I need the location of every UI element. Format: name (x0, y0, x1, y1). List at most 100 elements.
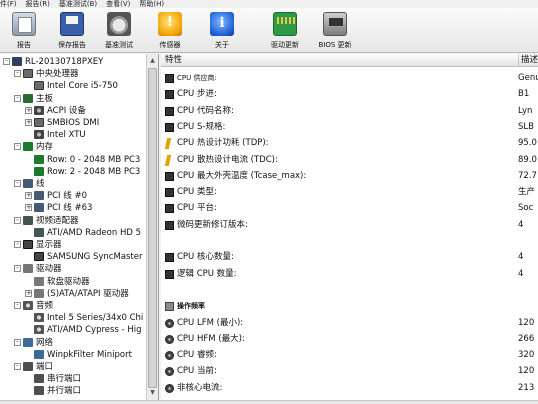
memory-icon (34, 166, 44, 176)
tree-item[interactable]: - 驱动器 (14, 263, 62, 275)
column-description[interactable]: 描述 (518, 54, 538, 67)
menu-item[interactable]: 帮助(H) (139, 0, 164, 8)
property-row[interactable]: CPU 步进: B1 (161, 86, 538, 102)
tree-item[interactable]: - 显示器 (14, 239, 62, 251)
tree-item[interactable]: Intel 5 Series/34x0 Chi (25, 312, 143, 324)
tree-item[interactable]: Intel Core i5-750 (25, 80, 118, 92)
toolbar-button[interactable]: 报告 (4, 10, 44, 52)
tree-item[interactable]: + ACPI 设备 (25, 105, 86, 117)
chip-icon (165, 220, 174, 230)
expand-icon[interactable]: + (25, 289, 32, 297)
collapse-icon[interactable]: - (14, 94, 21, 102)
toolbar-button[interactable]: 驱动更新 (265, 10, 305, 52)
property-row[interactable]: CPU HFM (最大): 266 (161, 331, 538, 347)
tree-item[interactable]: -线 (14, 178, 45, 190)
property-row[interactable]: CPU 平台: Soc (161, 200, 538, 216)
expand-icon[interactable]: + (25, 204, 32, 212)
menu-item[interactable]: 件(F) (0, 0, 17, 8)
toolbar-button[interactable]: 传感器 (150, 10, 190, 52)
tree-item[interactable]: ATI/AMD Cypress - Hig (25, 324, 142, 336)
property-row[interactable] (161, 282, 538, 298)
tree-item[interactable]: - RL-20130718PXEY (3, 56, 103, 68)
property-row[interactable]: CPU 供应商: Genu (161, 70, 538, 86)
gauge-icon (165, 334, 174, 344)
expand-icon[interactable]: + (25, 192, 32, 200)
tree-item[interactable]: WinpkFilter Miniport (25, 349, 132, 361)
tree-item[interactable]: Intel XTU (25, 129, 86, 141)
tree-item[interactable]: + SMBIOS DMI (25, 117, 99, 129)
property-row[interactable]: CPU 类型: 生产 (161, 184, 538, 200)
property-row[interactable]: CPU LFM (最小): 120 (161, 315, 538, 331)
collapse-icon[interactable]: - (14, 338, 21, 346)
property-row[interactable]: CPU 散热设计电流 (TDC): 89.0 (161, 152, 538, 168)
toolbar-button[interactable]: 基准测试 (99, 10, 139, 52)
property-row[interactable]: CPU 热设计功耗 (TDP): 95.0 (161, 135, 538, 151)
property-row[interactable]: CPU 代码名称: Lyn (161, 103, 538, 119)
tree-item[interactable]: - 内存 (14, 141, 53, 153)
toolbar-button[interactable]: 保存报告 (52, 10, 92, 52)
toolbar-button-label: 基准测试 (105, 41, 133, 49)
collapse-icon[interactable]: - (14, 70, 21, 78)
collapse-icon[interactable]: - (14, 180, 21, 187)
property-name: CPU 热设计功耗 (TDP): (177, 138, 269, 149)
scrollbar-thumb[interactable] (148, 68, 157, 388)
expand-icon[interactable]: + (25, 119, 32, 126)
collapse-icon[interactable]: - (3, 58, 10, 65)
property-row[interactable]: CPU 睿频: 320 (161, 347, 538, 363)
tree-item[interactable]: - 中央处理器 (14, 68, 79, 80)
property-row[interactable]: CPU 核心数量: 4 (161, 249, 538, 265)
collapse-icon[interactable]: - (14, 241, 21, 248)
tree-scrollbar[interactable]: ▲ ▼ (146, 54, 158, 400)
tree-item[interactable]: - 网络 (14, 337, 53, 349)
tree-item[interactable]: ATI/AMD Radeon HD 5 (25, 227, 141, 239)
property-row[interactable]: 逻辑 CPU 数量: 4 (161, 266, 538, 282)
tree-item[interactable]: + PCI 线 #63 (25, 202, 92, 214)
tree-item[interactable]: - 端口 (14, 361, 53, 373)
collapse-icon[interactable]: - (14, 143, 21, 151)
tree-item[interactable]: SAMSUNG SyncMaster (25, 251, 142, 263)
property-name: CPU 平台: (177, 203, 217, 214)
column-feature[interactable]: 特性 (165, 54, 182, 67)
tree-item[interactable]: + (S)ATA/ATAPI 驱动器 (25, 288, 129, 300)
toolbar-button[interactable]: BIOS 更新 (315, 10, 355, 52)
property-name: 操作频率 (177, 302, 205, 311)
chip-icon (165, 90, 174, 100)
tree-item-label: 显示器 (36, 240, 62, 250)
toolbar-button[interactable]: 关于 (202, 10, 242, 52)
collapse-icon[interactable]: - (14, 265, 21, 273)
section-icon (165, 302, 174, 312)
scroll-up-icon[interactable]: ▲ (148, 56, 157, 65)
collapse-icon[interactable]: - (14, 216, 21, 224)
property-row[interactable] (161, 233, 538, 249)
collapse-icon[interactable]: - (14, 363, 21, 370)
menu-item[interactable]: 查看(V) (106, 0, 130, 8)
tree-item[interactable]: 串行端口 (25, 373, 81, 385)
property-row[interactable]: 操作频率 (161, 298, 538, 314)
tree-item[interactable]: - 音频 (14, 300, 53, 312)
gpu-icon (34, 227, 44, 237)
tree-item[interactable]: + PCI 线 #0 (25, 190, 87, 202)
menu-item[interactable]: 报告(R) (26, 0, 50, 8)
property-name: CPU 散热设计电流 (TDC): (177, 154, 278, 165)
tree-item[interactable]: Row: 2 - 2048 MB PC3 (25, 166, 140, 178)
expand-icon[interactable]: + (25, 106, 32, 114)
property-row[interactable]: CPU S-规格: SLB (161, 119, 538, 135)
tree-item[interactable]: - 主板 (14, 93, 53, 105)
property-row[interactable]: CPU 当前: 120 (161, 363, 538, 379)
tree-item[interactable]: - 视频适配器 (14, 215, 79, 227)
tree-item[interactable]: Row: 0 - 2048 MB PC3 (25, 154, 140, 166)
scroll-down-icon[interactable]: ▼ (148, 388, 157, 397)
property-row[interactable]: 非核心电流: 213 (161, 380, 538, 396)
tree-item[interactable]: 软盘驱动器 (25, 276, 90, 288)
tree-item[interactable]: 并行端口 (25, 385, 81, 397)
property-value: 320 (518, 350, 535, 361)
bus-icon (34, 191, 44, 201)
collapse-icon[interactable]: - (14, 302, 21, 309)
hardware-tree[interactable]: - RL-20130718PXEY - 中央处理器 Intel Core i5-750-… (0, 54, 159, 400)
network-icon (34, 349, 44, 359)
menu-item[interactable]: 基准测试(B) (59, 0, 97, 8)
cpu-icon (23, 69, 33, 79)
property-row[interactable]: CPU 最大外壳温度 (Tcase_max): 72.7 (161, 168, 538, 184)
toolbar-button-label: 驱动更新 (271, 41, 299, 49)
property-row[interactable]: 微码更新修订版本: 4 (161, 217, 538, 233)
